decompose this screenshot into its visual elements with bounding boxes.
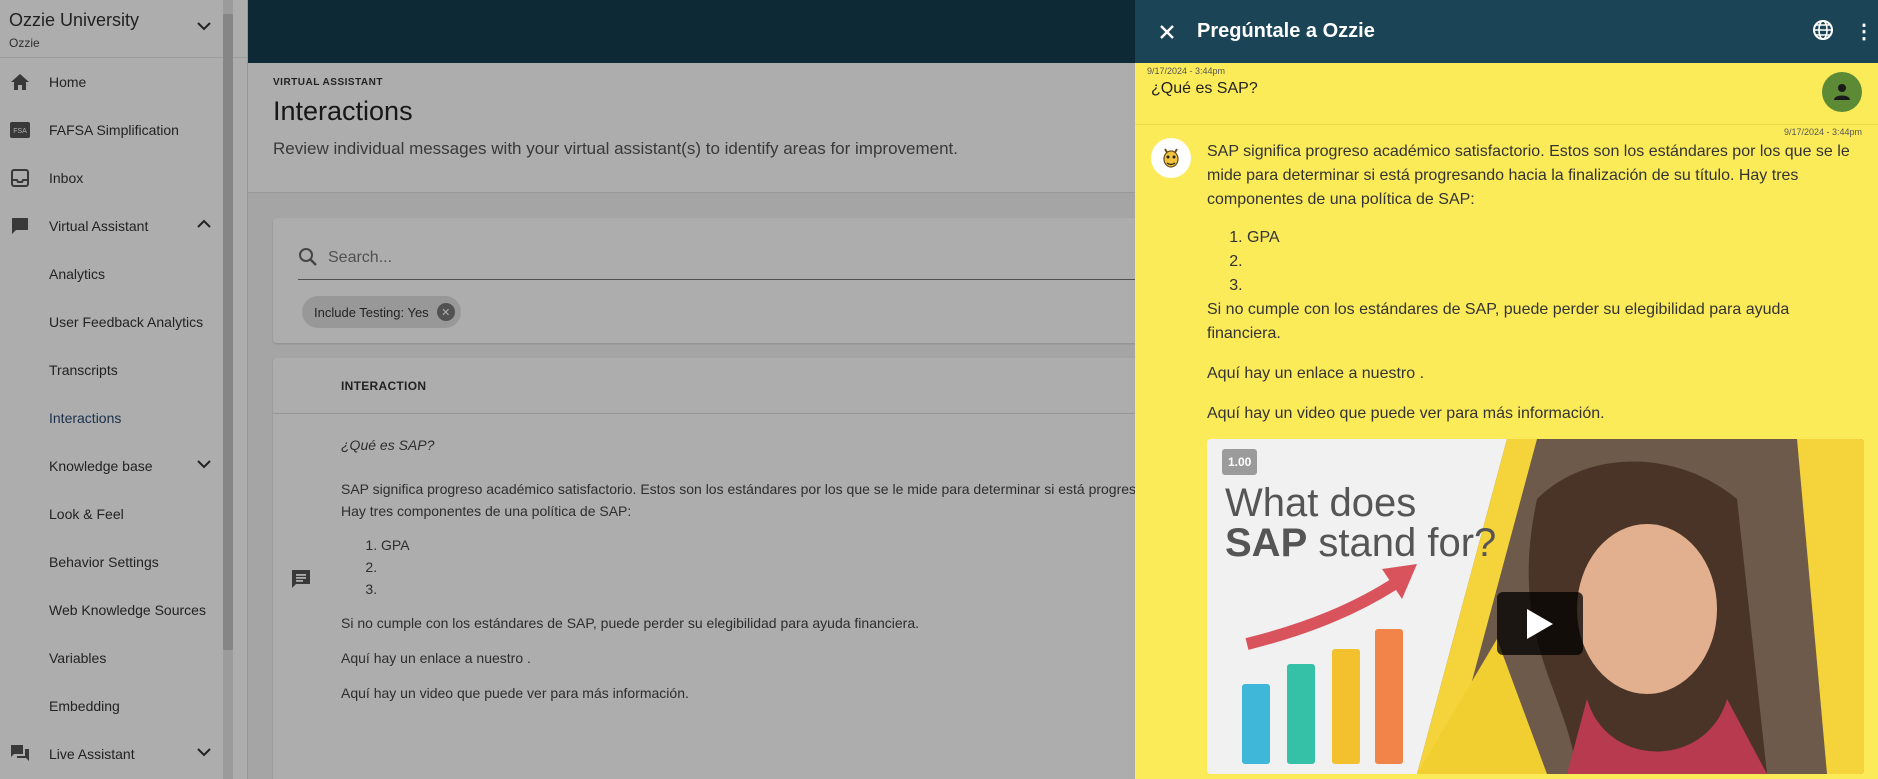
bot-paragraph: Aquí hay un video que puede ver para más… [1207, 405, 1605, 422]
close-icon[interactable] [1155, 20, 1179, 44]
chat-title: Pregúntale a Ozzie [1197, 20, 1375, 42]
bot-message: 9/17/2024 - 3:44pm SAP significa progres… [1135, 125, 1878, 774]
bot-paragraph: Si no cumple con los estándares de SAP, … [1207, 301, 1790, 342]
list-item [1247, 274, 1862, 298]
video-player[interactable]: 1.00 What does SAP stand for? [1207, 439, 1864, 774]
play-icon[interactable] [1497, 592, 1583, 655]
modal-backdrop[interactable] [0, 0, 1135, 779]
chat-header: Pregúntale a Ozzie ⋮ [1135, 0, 1878, 63]
video-title-line: What does [1225, 481, 1417, 525]
video-title-rest: stand for? [1307, 521, 1497, 565]
user-message-text: ¿Qué es SAP? [1151, 80, 1258, 97]
chat-panel: Pregúntale a Ozzie ⋮ 9/17/2024 - 3:44pm … [1135, 0, 1878, 779]
list-item: GPA [1247, 226, 1862, 250]
bot-list: GPA [1247, 226, 1862, 298]
list-item [1247, 250, 1862, 274]
more-vert-icon[interactable]: ⋮ [1854, 19, 1874, 43]
message-timestamp: 9/17/2024 - 3:44pm [1783, 127, 1862, 137]
message-timestamp: 9/17/2024 - 3:44pm [1147, 66, 1226, 76]
playback-speed-badge[interactable]: 1.00 [1222, 449, 1258, 475]
user-avatar-icon [1822, 72, 1862, 112]
mascot-avatar-icon [1151, 138, 1191, 178]
globe-icon[interactable] [1812, 19, 1836, 43]
video-title-bold: SAP [1225, 521, 1308, 565]
chat-messages[interactable]: 9/17/2024 - 3:44pm ¿Qué es SAP? 9/17/202… [1135, 63, 1878, 779]
video-title-line: SAP stand for? [1225, 521, 1496, 566]
bot-message-text: SAP significa progreso académico satisfa… [1207, 140, 1862, 426]
bot-paragraph: Aquí hay un enlace a nuestro . [1207, 365, 1425, 382]
user-message: 9/17/2024 - 3:44pm ¿Qué es SAP? [1135, 63, 1878, 125]
bot-paragraph: SAP significa progreso académico satisfa… [1207, 143, 1850, 208]
